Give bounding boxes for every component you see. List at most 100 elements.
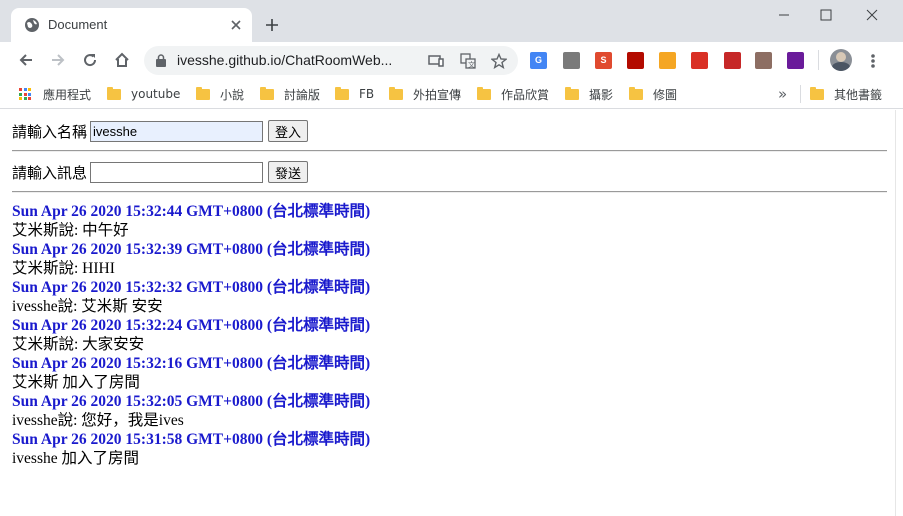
- folder-icon: [107, 86, 121, 100]
- new-tab-icon[interactable]: [264, 17, 280, 33]
- message-text: 艾米斯 加入了房間: [12, 374, 140, 391]
- slides-icon[interactable]: S: [595, 52, 612, 69]
- message-item: Sun Apr 26 2020 15:31:58 GMT+0800 (台北標準時…: [12, 430, 882, 468]
- bookmark-overflow-button[interactable]: »: [778, 85, 787, 103]
- bookmark-label: 應用程式: [43, 87, 92, 102]
- name-input[interactable]: [90, 120, 264, 142]
- bookmark-label: 其他書籤: [834, 87, 883, 102]
- tab-strip: Document: [0, 0, 903, 42]
- install-app-icon[interactable]: [428, 53, 444, 69]
- message-label: 請輸入訊息: [12, 163, 88, 182]
- bookmark-folder-novel[interactable]: 小說: [196, 85, 244, 103]
- folder-icon: [196, 86, 210, 100]
- name-row: 請輸入名稱 登入: [12, 120, 309, 142]
- message-timestamp: Sun Apr 26 2020 15:32:39 GMT+0800 (台北標準時…: [12, 241, 371, 258]
- message-list: Sun Apr 26 2020 15:32:44 GMT+0800 (台北標準時…: [12, 202, 882, 468]
- pdf-icon[interactable]: [627, 52, 644, 69]
- bookmark-folder-photography[interactable]: 攝影: [565, 85, 613, 103]
- folder-icon: [260, 86, 274, 100]
- menu-icon[interactable]: [866, 52, 880, 70]
- minimize-icon[interactable]: [776, 8, 792, 22]
- divider: [12, 150, 887, 152]
- send-button[interactable]: 發送: [268, 161, 309, 183]
- message-text: ivesshe 加入了房間: [12, 450, 140, 467]
- bookmark-star-icon[interactable]: [491, 53, 507, 69]
- close-tab-icon[interactable]: [228, 17, 244, 33]
- scrollbar-track[interactable]: [895, 110, 903, 516]
- login-button[interactable]: 登入: [268, 120, 309, 142]
- globe-icon: [25, 18, 39, 32]
- image-icon[interactable]: [755, 52, 772, 69]
- bookmark-folder-youtube[interactable]: youtube: [107, 85, 180, 103]
- smart-pdf-icon[interactable]: [659, 52, 676, 69]
- lock-icon[interactable]: [156, 54, 166, 67]
- message-text: 艾米斯說: 大家安安: [12, 336, 145, 353]
- chevron-double-right-icon: »: [778, 85, 788, 103]
- message-item: Sun Apr 26 2020 15:32:16 GMT+0800 (台北標準時…: [12, 354, 882, 392]
- bookmark-folder-retouch[interactable]: 修圖: [629, 85, 677, 103]
- browser-toolbar: ivesshe.github.io/ChatRoomWeb... 文 G S: [0, 42, 903, 79]
- back-icon[interactable]: [17, 51, 35, 69]
- bookmark-label: FB: [359, 87, 375, 101]
- message-row: 請輸入訊息 發送: [12, 161, 309, 183]
- reload-icon[interactable]: [81, 51, 99, 69]
- bookmark-folder-outdoor-shoot[interactable]: 外拍宣傳: [389, 85, 461, 103]
- bookmark-apps[interactable]: 應用程式: [19, 85, 91, 103]
- bookmark-folder-gallery[interactable]: 作品欣賞: [477, 85, 549, 103]
- translate-icon[interactable]: 文: [460, 53, 476, 69]
- folder-icon: [389, 86, 403, 100]
- message-timestamp: Sun Apr 26 2020 15:32:05 GMT+0800 (台北標準時…: [12, 393, 371, 410]
- folder-icon: [565, 86, 579, 100]
- message-item: Sun Apr 26 2020 15:32:39 GMT+0800 (台北標準時…: [12, 240, 882, 278]
- message-item: Sun Apr 26 2020 15:32:32 GMT+0800 (台北標準時…: [12, 278, 882, 316]
- message-item: Sun Apr 26 2020 15:32:24 GMT+0800 (台北標準時…: [12, 316, 882, 354]
- download-icon[interactable]: [787, 52, 804, 69]
- forward-icon[interactable]: [49, 51, 67, 69]
- window-close-icon[interactable]: [864, 8, 880, 22]
- home-icon[interactable]: [113, 51, 131, 69]
- tab-title: Document: [48, 17, 108, 32]
- folder-icon: [477, 86, 491, 100]
- bookmark-label: 修圖: [653, 87, 678, 102]
- bookmark-label: 小說: [220, 87, 245, 102]
- divider: [12, 191, 887, 193]
- chat-page: 請輸入名稱 登入 請輸入訊息 發送 Sun Apr 26 2020 15:32:…: [0, 110, 903, 516]
- message-timestamp: Sun Apr 26 2020 15:32:44 GMT+0800 (台北標準時…: [12, 203, 371, 220]
- bookmarks-bar: 應用程式 youtube 小說 討論版 FB 外拍宣傳 作品欣賞 攝影 修圖 »…: [0, 79, 903, 109]
- folder-icon: [335, 86, 349, 100]
- address-bar[interactable]: ivesshe.github.io/ChatRoomWeb... 文: [144, 46, 518, 75]
- message-text: 艾米斯說: 中午好: [12, 222, 129, 239]
- bookmark-label: 外拍宣傳: [413, 87, 462, 102]
- toolbar-divider: [818, 50, 819, 70]
- bookmark-folder-other[interactable]: 其他書籤: [810, 85, 882, 103]
- bookmark-folder-forum[interactable]: 討論版: [260, 85, 320, 103]
- google-translate-icon[interactable]: G: [530, 52, 547, 69]
- pen-icon[interactable]: [691, 52, 708, 69]
- bookmark-divider: [800, 85, 801, 103]
- calendar-icon[interactable]: [724, 52, 741, 69]
- folder-icon: [810, 86, 824, 100]
- bookmark-label: 討論版: [284, 87, 321, 102]
- message-input[interactable]: [90, 161, 264, 183]
- bookmark-label: 攝影: [589, 87, 614, 102]
- bookmark-label: youtube: [131, 87, 181, 101]
- maximize-icon[interactable]: [818, 8, 834, 22]
- bookmark-folder-fb[interactable]: FB: [335, 85, 374, 103]
- message-timestamp: Sun Apr 26 2020 15:32:16 GMT+0800 (台北標準時…: [12, 355, 371, 372]
- message-text: ivesshe說: 您好，我是ives: [12, 412, 184, 429]
- avatar[interactable]: [830, 49, 852, 71]
- url-text[interactable]: ivesshe.github.io/ChatRoomWeb...: [177, 52, 392, 68]
- message-timestamp: Sun Apr 26 2020 15:31:58 GMT+0800 (台北標準時…: [12, 431, 371, 448]
- message-item: Sun Apr 26 2020 15:32:44 GMT+0800 (台北標準時…: [12, 202, 882, 240]
- cast-icon[interactable]: [563, 52, 580, 69]
- browser-tab[interactable]: Document: [11, 8, 252, 42]
- message-timestamp: Sun Apr 26 2020 15:32:32 GMT+0800 (台北標準時…: [12, 279, 371, 296]
- apps-icon: [19, 88, 31, 100]
- message-text: ivesshe說: 艾米斯 安安: [12, 298, 163, 315]
- message-text: 艾米斯說: HIHI: [12, 260, 115, 277]
- message-item: Sun Apr 26 2020 15:32:05 GMT+0800 (台北標準時…: [12, 392, 882, 430]
- bookmark-label: 作品欣賞: [501, 87, 550, 102]
- name-label: 請輸入名稱: [12, 122, 88, 141]
- svg-text:文: 文: [468, 60, 475, 69]
- folder-icon: [629, 86, 643, 100]
